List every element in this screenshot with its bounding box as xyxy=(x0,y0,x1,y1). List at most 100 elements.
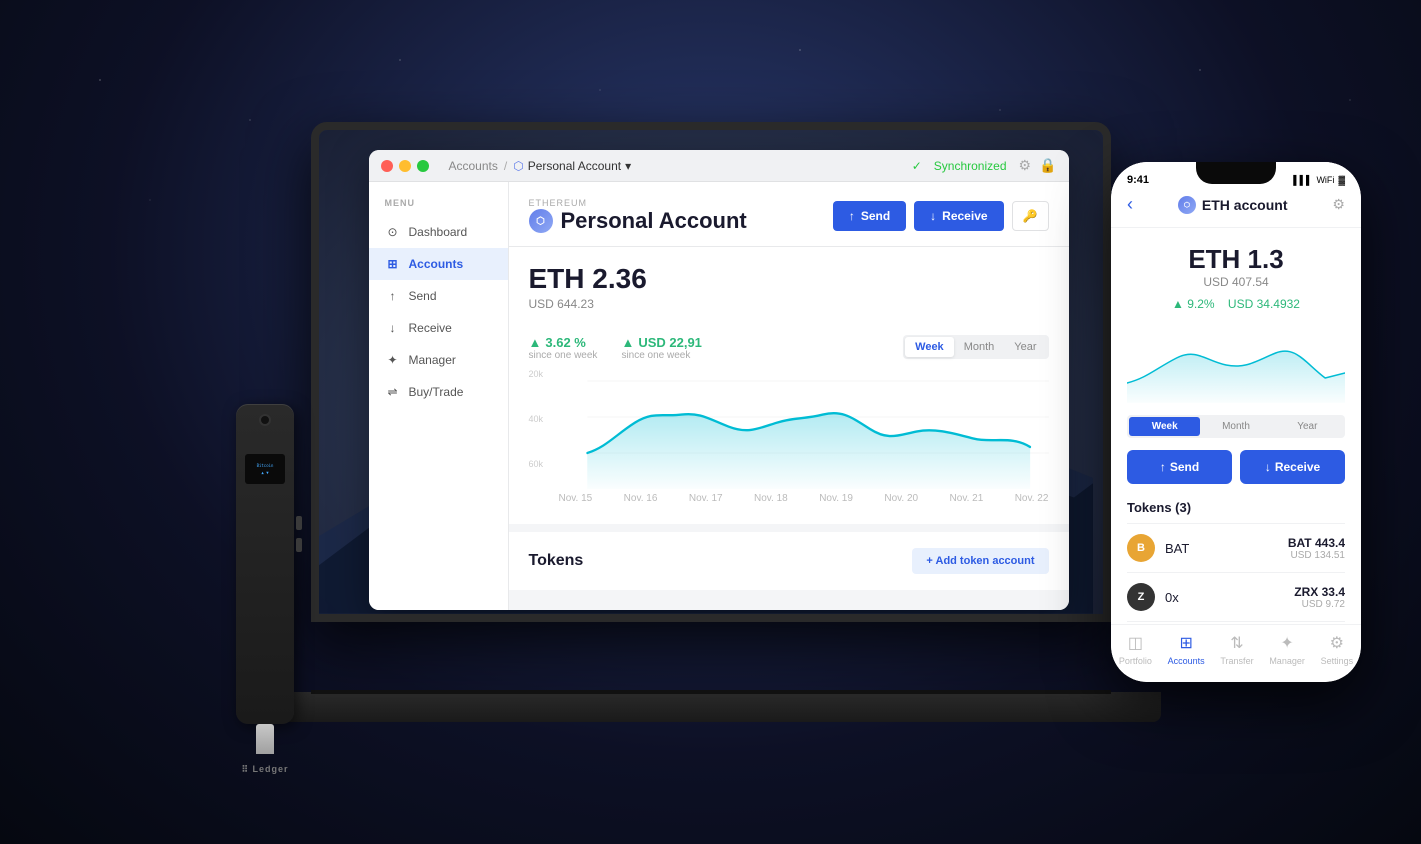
phone-send-button[interactable]: ↑ Send xyxy=(1127,450,1232,484)
phone-token-zrx-left: Z 0x xyxy=(1127,583,1179,611)
phone-time-tabs: Week Month Year xyxy=(1127,415,1345,438)
ledger-brand-label: ⠿ Ledger xyxy=(230,764,300,775)
account-title: ETHEREUM ⬡ Personal Account xyxy=(529,198,747,234)
tab-month[interactable]: Month xyxy=(954,337,1005,357)
zrx-icon: Z xyxy=(1127,583,1155,611)
nav-manager[interactable]: ✦ Manager xyxy=(1269,633,1305,666)
eth-icon: ⬡ xyxy=(529,209,553,233)
status-icons: ▌▌▌ WiFi ▓ xyxy=(1293,175,1345,185)
bat-usd: USD 134.51 xyxy=(1288,550,1345,561)
phone-receive-button[interactable]: ↓ Receive xyxy=(1240,450,1345,484)
zrx-name: 0x xyxy=(1165,590,1179,605)
account-name: ⬡ Personal Account xyxy=(529,208,747,234)
sidebar-item-dashboard[interactable]: ⊙ Dashboard xyxy=(369,216,508,248)
side-btn-bottom[interactable] xyxy=(296,538,302,552)
chart-container: 60k 40k 20k xyxy=(529,369,1049,489)
stat-percent-label: since one week xyxy=(529,350,598,361)
stat-percent: ▲ 3.62 % since one week xyxy=(529,335,598,361)
stat-usd: ▲ USD 22,91 since one week xyxy=(621,335,701,361)
sidebar-item-manager[interactable]: ✦ Manager xyxy=(369,344,508,376)
device-top-button[interactable] xyxy=(259,414,271,426)
send-button[interactable]: ↑ Send xyxy=(833,201,906,231)
sidebar-item-send[interactable]: ↑ Send xyxy=(369,280,508,312)
key-button[interactable]: 🔑 xyxy=(1012,201,1049,231)
nav-transfer[interactable]: ⇅ Transfer xyxy=(1220,633,1253,666)
app-body: MENU ⊙ Dashboard ⊞ Accounts ↑ xyxy=(369,182,1069,610)
phone-gear-icon[interactable]: ⚙ xyxy=(1332,196,1345,213)
phone-token-bat: B BAT BAT 443.4 USD 134.51 xyxy=(1127,523,1345,572)
transfer-icon: ⇅ xyxy=(1230,633,1243,653)
sync-status: ✓ Synchronized ⚙ 🔒 xyxy=(912,157,1057,174)
traffic-lights xyxy=(381,160,429,172)
maximize-button[interactable] xyxy=(417,160,429,172)
phone-token-bat-left: B BAT xyxy=(1127,534,1189,562)
buytrade-icon: ⇌ xyxy=(385,384,401,400)
nav-portfolio[interactable]: ◫ Portfolio xyxy=(1119,633,1152,666)
phone-token-bat-right: BAT 443.4 USD 134.51 xyxy=(1288,536,1345,561)
tab-week[interactable]: Week xyxy=(905,337,954,357)
nav-settings[interactable]: ⚙ Settings xyxy=(1321,633,1354,666)
sidebar-item-accounts[interactable]: ⊞ Accounts xyxy=(369,248,508,280)
dashboard-icon: ⊙ xyxy=(385,224,401,240)
network-label: ETHEREUM xyxy=(529,198,747,208)
wifi-icon: WiFi xyxy=(1316,175,1334,185)
tab-year[interactable]: Year xyxy=(1004,337,1046,357)
phone-chart-svg xyxy=(1127,323,1345,403)
accounts-icon: ⊞ xyxy=(385,256,401,272)
nav-settings-label: Settings xyxy=(1321,656,1354,666)
phone-send-icon: ↑ xyxy=(1160,460,1166,474)
send-arrow-icon: ↑ xyxy=(849,209,855,223)
add-token-button[interactable]: + Add token account xyxy=(912,548,1048,574)
signal-icon: ▌▌▌ xyxy=(1293,175,1312,185)
time-tabs: Week Month Year xyxy=(903,335,1048,359)
sync-checkmark: ✓ xyxy=(912,159,922,173)
stat-usd-label: since one week xyxy=(621,350,701,361)
device-screen: Bitcoin ▲ ▼ xyxy=(245,454,285,484)
battery-icon: ▓ xyxy=(1338,175,1345,185)
side-btn-top[interactable] xyxy=(296,516,302,530)
nav-manager-label: Manager xyxy=(1269,656,1305,666)
device-body: Bitcoin ▲ ▼ xyxy=(236,404,294,724)
balance-section: ETH 2.36 USD 644.23 xyxy=(509,247,1069,327)
bat-name: BAT xyxy=(1165,541,1189,556)
phone-screen: 9:41 ▌▌▌ WiFi ▓ ‹ ⬡ ETH account ⚙ xyxy=(1111,162,1361,682)
phone: 9:41 ▌▌▌ WiFi ▓ ‹ ⬡ ETH account ⚙ xyxy=(1111,162,1361,682)
sidebar-item-buytrade[interactable]: ⇌ Buy/Trade xyxy=(369,376,508,408)
phone-token-zrx: Z 0x ZRX 33.4 USD 9.72 xyxy=(1127,572,1345,621)
settings-icon[interactable]: ⚙ xyxy=(1019,157,1032,174)
usb-connector xyxy=(256,724,274,754)
chart-svg xyxy=(529,369,1049,489)
stat-up-arrow: ▲ xyxy=(529,335,542,350)
stat-usd-arrow: ▲ xyxy=(621,335,634,350)
receive-button[interactable]: ↓ Receive xyxy=(914,201,1003,231)
x-axis-labels: Nov. 15 Nov. 16 Nov. 17 Nov. 18 Nov. 19 … xyxy=(529,489,1049,508)
phone-title: ⬡ ETH account xyxy=(1178,196,1288,214)
nav-accounts-label: Accounts xyxy=(1168,656,1205,666)
portfolio-label: Portfolio xyxy=(1119,656,1152,666)
phone-buttons: ↑ Send ↓ Receive xyxy=(1127,450,1345,484)
sidebar-item-receive[interactable]: ↓ Receive xyxy=(369,312,508,344)
breadcrumb-accounts[interactable]: Accounts xyxy=(449,159,498,173)
usd-balance: USD 644.23 xyxy=(529,297,1049,311)
screen-text-1: Bitcoin xyxy=(257,463,274,468)
laptop-screen: Accounts / ⬡ Personal Account ▾ ✓ Synchr… xyxy=(311,122,1111,622)
nav-accounts[interactable]: ⊞ Accounts xyxy=(1168,633,1205,666)
phone-tab-week[interactable]: Week xyxy=(1129,417,1200,436)
lock-icon[interactable]: 🔒 xyxy=(1039,157,1056,174)
phone-tokens-label: Tokens (3) xyxy=(1127,500,1345,515)
close-button[interactable] xyxy=(381,160,393,172)
bat-amount: BAT 443.4 xyxy=(1288,536,1345,550)
portfolio-icon: ◫ xyxy=(1128,633,1143,653)
phone-receive-icon: ↓ xyxy=(1265,460,1271,474)
ledger-device: Bitcoin ▲ ▼ ⠿ Ledger xyxy=(230,404,300,784)
phone-tab-year[interactable]: Year xyxy=(1272,417,1343,436)
phone-tab-month[interactable]: Month xyxy=(1200,417,1271,436)
chart-controls: ▲ 3.62 % since one week ▲ xyxy=(529,327,1049,361)
app-window: Accounts / ⬡ Personal Account ▾ ✓ Synchr… xyxy=(369,150,1069,610)
main-content: ETHEREUM ⬡ Personal Account ↑ xyxy=(509,182,1069,610)
minimize-button[interactable] xyxy=(399,160,411,172)
phone-navbar: ◫ Portfolio ⊞ Accounts ⇅ Transfer ✦ Mana… xyxy=(1111,624,1361,682)
phone-change: ▲ 9.2% USD 34.4932 xyxy=(1127,297,1345,311)
back-button[interactable]: ‹ xyxy=(1127,194,1133,215)
phone-chart xyxy=(1127,323,1345,403)
